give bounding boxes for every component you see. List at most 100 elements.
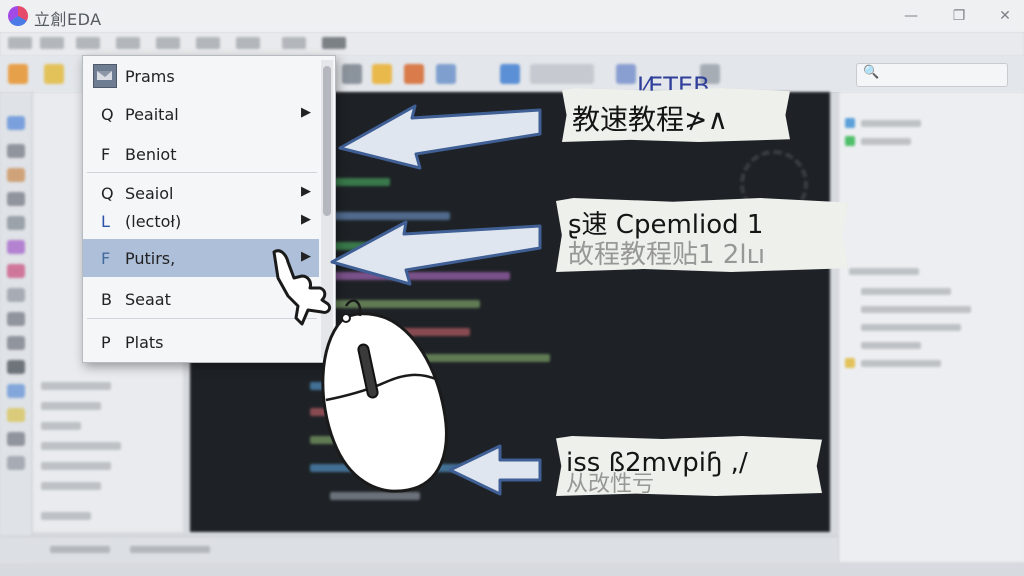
tool-button[interactable] [7,336,25,350]
property-row[interactable] [861,138,911,145]
tree-item[interactable] [41,442,121,450]
tool-button[interactable] [7,456,25,470]
code-line [310,382,400,390]
menu-item-putirs[interactable]: F Putirs, ▶ [83,239,319,277]
menu-item-lector[interactable]: L (lectoł) ▶ [83,203,319,239]
menu-item-active[interactable] [322,37,346,49]
callout-text-1: 教速教程≯∧ [572,103,728,136]
code-line [310,408,440,416]
code-line [350,328,470,336]
menu-separator [87,318,317,319]
minimize-icon[interactable]: — [900,5,922,27]
menu-bar [0,32,1024,57]
menu-separator [87,172,317,173]
menu-item-label: Peaital [125,105,179,124]
app-title: 立創EDA [34,10,102,29]
tool-button[interactable] [7,384,25,398]
property-row[interactable] [861,360,941,367]
menu-hotkey: B [101,290,112,309]
menu-item-label: Prams [125,67,175,86]
toolbar-button[interactable] [342,64,362,84]
property-icon [845,136,855,146]
title-bar: 立創EDA — ❐ ✕ [0,0,1024,33]
tree-item[interactable] [41,422,81,430]
menu-item[interactable] [196,37,220,49]
menu-item-label: Seaiol [125,184,174,203]
tool-button[interactable] [7,192,25,206]
toolbar-button[interactable] [500,64,520,84]
menu-item-label: Seaat [125,290,171,309]
status-text [130,546,210,553]
menu-item-peaital[interactable]: Q Peaital ▶ [83,96,319,132]
toolbar-button[interactable] [616,64,636,84]
mail-icon [93,64,117,88]
menu-item-prams[interactable]: Prams [83,58,319,94]
search-input[interactable]: 🔍 [856,63,1008,87]
menu-hotkey: F [101,145,111,164]
tool-button[interactable] [7,360,25,374]
chevron-right-icon: ▶ [301,249,311,264]
menu-item[interactable] [40,37,64,49]
code-line [310,436,420,444]
tool-strip [0,92,33,562]
tool-button[interactable] [7,168,25,182]
property-row[interactable] [861,324,961,331]
menu-item[interactable] [8,37,32,49]
menu-item[interactable] [236,37,260,49]
property-row[interactable] [849,268,919,275]
menu-hotkey: Q [101,105,114,124]
menu-item-beniot[interactable]: F Beniot [83,136,319,172]
callout-box-1: 教速教程≯∧ [562,88,790,142]
toolbar-button[interactable] [404,64,424,84]
tool-button[interactable] [7,312,25,326]
menu-item-label: Putirs, [125,249,176,268]
tree-item[interactable] [41,382,111,390]
close-icon[interactable]: ✕ [994,5,1016,27]
tool-button[interactable] [7,144,25,158]
code-line [310,464,470,472]
status-text [50,546,110,553]
code-line [330,300,480,308]
chevron-right-icon: ▶ [301,212,311,227]
tree-item[interactable] [41,462,111,470]
tool-button[interactable] [7,408,25,422]
property-icon [845,118,855,128]
menu-item-seaat[interactable]: B Seaat [83,281,319,317]
properties-panel [838,92,1024,562]
menu-item[interactable] [282,37,306,49]
menu-item-plats[interactable]: P Plats [83,324,319,360]
callout-ghost-2: 故程教程贴1 2lւı [568,240,766,270]
code-line [350,354,550,362]
tool-button[interactable] [7,288,25,302]
tree-item[interactable] [41,482,101,490]
menu-scrollbar[interactable] [321,60,333,358]
menu-hotkey: L [101,212,110,231]
toolbar-button[interactable] [8,64,28,84]
maximize-icon[interactable]: ❐ [948,5,970,27]
menu-item[interactable] [76,37,100,49]
status-bar [0,536,838,563]
menu-item-label: Plats [125,333,164,352]
tool-button[interactable] [7,264,25,278]
tool-button[interactable] [7,240,25,254]
toolbar-button[interactable] [436,64,456,84]
property-row[interactable] [861,342,921,349]
toolbar-button[interactable] [44,64,64,84]
callout-ghost-3: 从改性亏 [566,472,655,497]
property-row[interactable] [861,306,971,313]
property-row[interactable] [861,120,921,127]
tool-button[interactable] [7,216,25,230]
menu-hotkey: Q [101,184,114,203]
scrollbar-thumb[interactable] [323,66,331,216]
menu-item[interactable] [156,37,180,49]
code-line [330,492,420,500]
menu-item[interactable] [116,37,140,49]
tree-item[interactable] [41,512,91,520]
tool-button[interactable] [7,116,25,130]
property-icon [845,358,855,368]
tree-item[interactable] [41,402,101,410]
toolbar-dropdown[interactable] [530,64,594,84]
property-row[interactable] [861,288,951,295]
toolbar-button[interactable] [372,64,392,84]
tool-button[interactable] [7,432,25,446]
